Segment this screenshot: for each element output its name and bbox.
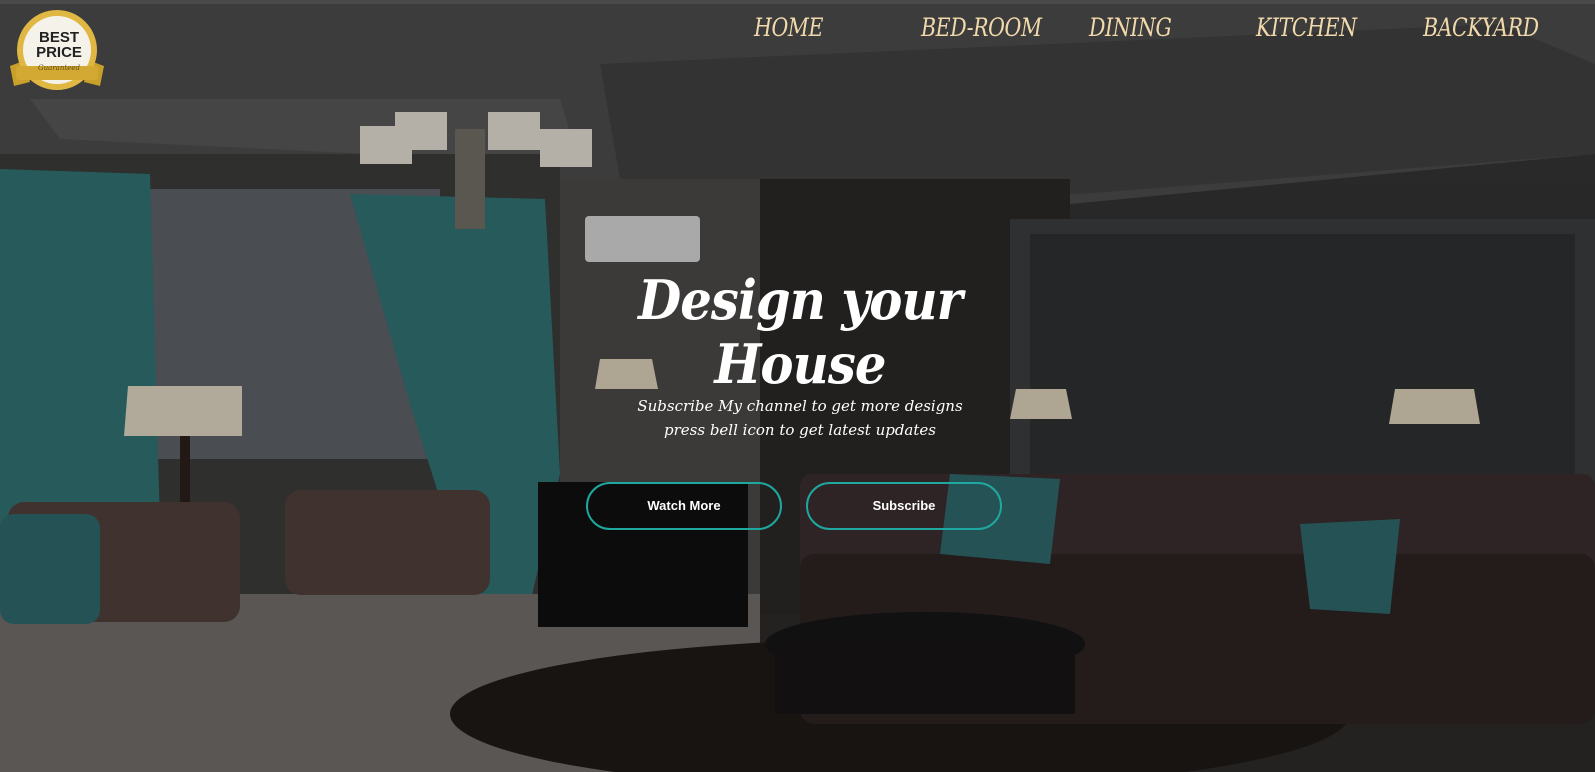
top-border xyxy=(0,0,1595,4)
nav-item-dining[interactable]: DINING xyxy=(1089,10,1172,46)
hero-subtitle-line2: press bell icon to get latest updates xyxy=(664,421,936,439)
nav-item-kitchen[interactable]: KITCHEN xyxy=(1256,10,1357,46)
nav-item-home[interactable]: HOME xyxy=(754,10,823,46)
nav-item-backyard[interactable]: BACKYARD xyxy=(1423,10,1539,46)
hero-title: Design your House xyxy=(638,268,963,396)
subscribe-button[interactable]: Subscribe xyxy=(806,482,1002,530)
watch-more-button[interactable]: Watch More xyxy=(586,482,782,530)
hero-subtitle-line1: Subscribe My channel to get more designs xyxy=(637,397,963,415)
badge-subtext: Guaranteed xyxy=(38,64,80,72)
nav-item-bed-room[interactable]: BED-ROOM xyxy=(921,10,1042,46)
hero-subtitle: Subscribe My channel to get more designs… xyxy=(590,394,1010,442)
badge-line2: PRICE xyxy=(36,44,82,61)
main-nav: HOME BED-ROOM DINING KITCHEN BACKYARD xyxy=(0,10,1595,46)
